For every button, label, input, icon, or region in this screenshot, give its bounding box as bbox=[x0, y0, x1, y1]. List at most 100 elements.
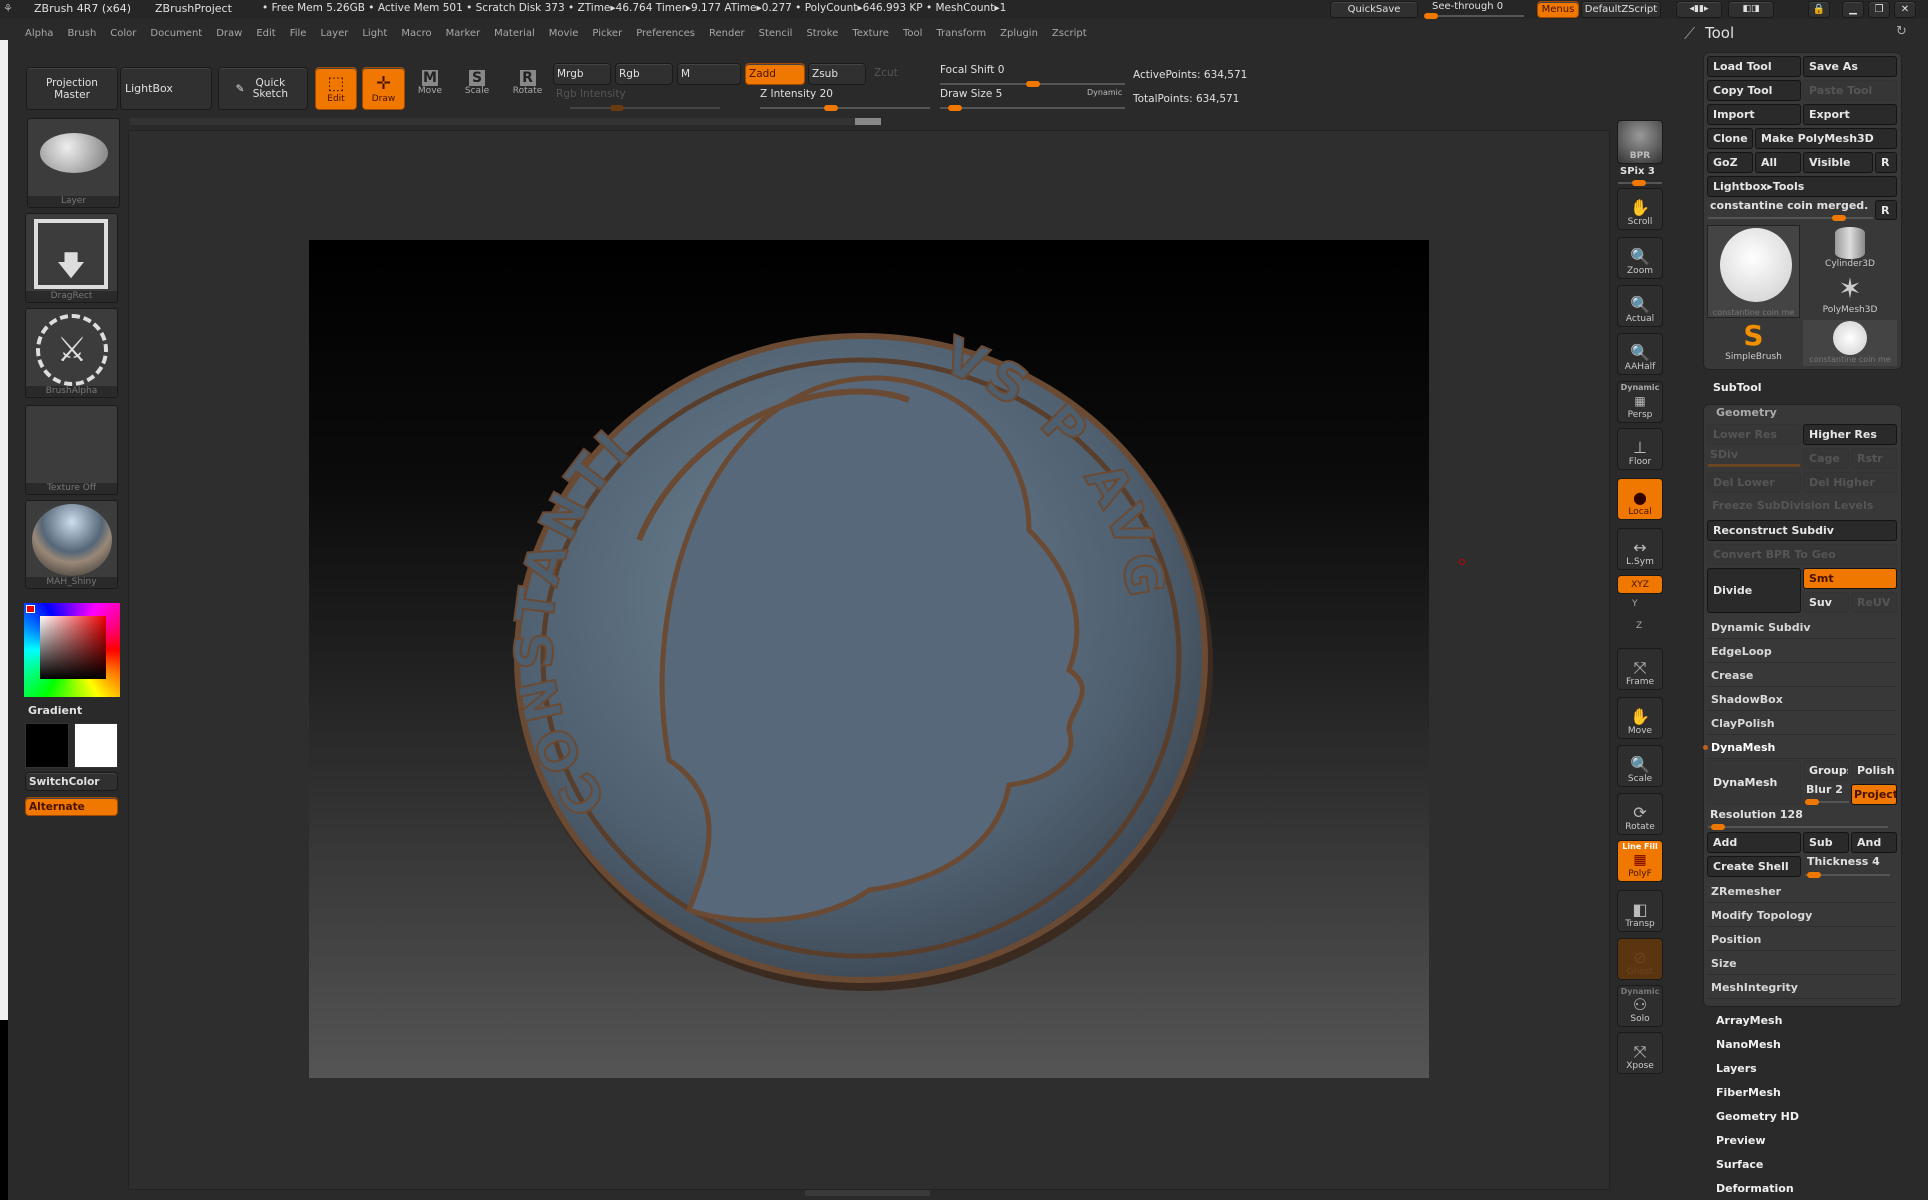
solo-button[interactable]: Dynamic ⚇ Solo bbox=[1617, 985, 1663, 1027]
goz-r-button[interactable]: R bbox=[1875, 152, 1897, 173]
zsub-button[interactable]: Zsub bbox=[808, 63, 866, 85]
transp-button[interactable]: ◧ Transp bbox=[1617, 890, 1663, 932]
menu-edit[interactable]: Edit bbox=[249, 24, 282, 44]
zoom-button[interactable]: 🔍 Zoom bbox=[1617, 237, 1663, 279]
hue-marker[interactable] bbox=[26, 605, 35, 613]
sub-button[interactable]: Sub bbox=[1803, 832, 1849, 853]
rgb-button[interactable]: Rgb bbox=[615, 63, 673, 85]
brush-selector[interactable]: Layer bbox=[27, 118, 120, 208]
draw-button[interactable]: ✛ Draw bbox=[362, 67, 405, 110]
tool-thumb-constantine[interactable]: constantine coin me bbox=[1707, 225, 1800, 318]
menu-stroke[interactable]: Stroke bbox=[799, 24, 845, 44]
scroll-button[interactable]: ✋ Scroll bbox=[1617, 188, 1663, 230]
alternate-button[interactable]: Alternate bbox=[25, 797, 118, 816]
dynamesh-subpalette[interactable]: DynaMesh bbox=[1707, 736, 1897, 759]
main-color-swatch[interactable] bbox=[25, 723, 69, 768]
copy-tool-button[interactable]: Copy Tool bbox=[1707, 80, 1801, 101]
tool-thumb-cylinder3d[interactable]: Cylinder3D bbox=[1803, 225, 1897, 271]
minimize-icon[interactable]: ▁ bbox=[1842, 1, 1864, 18]
tool-r-button[interactable]: R bbox=[1875, 200, 1897, 220]
zcut-button[interactable]: Zcut bbox=[874, 67, 898, 79]
subpalette-claypolish[interactable]: ClayPolish bbox=[1707, 712, 1897, 735]
scale-button[interactable]: S Scale bbox=[462, 70, 492, 96]
subpalette-deformation[interactable]: Deformation bbox=[1716, 1182, 1794, 1195]
close-icon[interactable]: ✕ bbox=[1894, 1, 1916, 18]
menu-draw[interactable]: Draw bbox=[209, 24, 249, 44]
menu-zplugin[interactable]: Zplugin bbox=[993, 24, 1045, 44]
floor-button[interactable]: ⊥ Floor bbox=[1617, 428, 1663, 470]
geometry-subpalette-header[interactable]: Geometry bbox=[1716, 406, 1777, 419]
rotate-y-button[interactable]: Y bbox=[1632, 599, 1638, 609]
polish-toggle[interactable]: Polish bbox=[1851, 760, 1897, 781]
menu-tool[interactable]: Tool bbox=[896, 24, 929, 44]
menus-button[interactable]: Menus bbox=[1537, 1, 1579, 18]
reset-icon[interactable]: ↻ bbox=[1896, 24, 1907, 39]
tool-slider[interactable] bbox=[1708, 215, 1873, 221]
subpalette-size[interactable]: Size bbox=[1707, 952, 1897, 975]
color-picker[interactable] bbox=[24, 603, 120, 697]
tray-scroll-icon[interactable]: ◂▮▮▸ bbox=[1676, 1, 1722, 18]
menu-macro[interactable]: Macro bbox=[394, 24, 438, 44]
reuv-button[interactable]: ReUV bbox=[1851, 592, 1897, 613]
bpr-button[interactable]: BPR bbox=[1617, 120, 1663, 164]
subpalette-shadowbox[interactable]: ShadowBox bbox=[1707, 688, 1897, 711]
projection-master-button[interactable]: Projection Master bbox=[26, 67, 118, 110]
menu-transform[interactable]: Transform bbox=[929, 24, 993, 44]
texture-selector[interactable]: Texture Off bbox=[25, 405, 118, 495]
menu-movie[interactable]: Movie bbox=[542, 24, 586, 44]
cage-button[interactable]: Cage bbox=[1803, 448, 1849, 469]
lock-icon[interactable]: 🔒 bbox=[1808, 1, 1830, 18]
subpalette-position[interactable]: Position bbox=[1707, 928, 1897, 951]
lower-res-button[interactable]: Lower Res bbox=[1707, 424, 1801, 445]
menu-color[interactable]: Color bbox=[103, 24, 143, 44]
project-toggle[interactable]: Project bbox=[1851, 784, 1897, 805]
save-as-button[interactable]: Save As bbox=[1803, 56, 1897, 77]
lsym-button[interactable]: ↔ L.Sym bbox=[1617, 528, 1663, 570]
subpalette-surface[interactable]: Surface bbox=[1716, 1158, 1763, 1171]
resolution-slider[interactable] bbox=[1708, 824, 1888, 830]
rstr-button[interactable]: Rstr bbox=[1851, 448, 1897, 469]
and-button[interactable]: And bbox=[1851, 832, 1897, 853]
subpalette-arraymesh[interactable]: ArrayMesh bbox=[1716, 1014, 1782, 1027]
paste-tool-button[interactable]: Paste Tool bbox=[1803, 80, 1897, 101]
subpalette-dynamic-subdiv[interactable]: Dynamic Subdiv bbox=[1707, 616, 1897, 639]
reconstruct-subdiv-button[interactable]: Reconstruct Subdiv bbox=[1707, 520, 1897, 541]
top-shelf-scrollbar[interactable] bbox=[130, 118, 881, 125]
m-button[interactable]: M bbox=[677, 63, 741, 85]
tool-thumb-constantine-2[interactable]: constantine coin me bbox=[1803, 320, 1897, 366]
secondary-color-swatch[interactable] bbox=[74, 723, 118, 768]
subpalette-fibermesh[interactable]: FiberMesh bbox=[1716, 1086, 1781, 1099]
polyf-button[interactable]: Line Fill ▦ PolyF bbox=[1617, 840, 1663, 882]
menu-picker[interactable]: Picker bbox=[585, 24, 629, 44]
tool-thumb-polymesh3d[interactable]: ✶ PolyMesh3D bbox=[1803, 273, 1897, 319]
make-polymesh3d-button[interactable]: Make PolyMesh3D bbox=[1755, 128, 1897, 149]
subpalette-modify-topology[interactable]: Modify Topology bbox=[1707, 904, 1897, 927]
see-through-slider[interactable] bbox=[1424, 13, 1524, 19]
subpalette-crease[interactable]: Crease bbox=[1707, 664, 1897, 687]
divide-button[interactable]: Divide bbox=[1707, 568, 1801, 613]
rgb-intensity-slider[interactable] bbox=[570, 105, 720, 111]
subpalette-edgeloop[interactable]: EdgeLoop bbox=[1707, 640, 1897, 663]
del-lower-button[interactable]: Del Lower bbox=[1707, 472, 1801, 493]
edit-button[interactable]: ⬚ Edit bbox=[315, 67, 357, 110]
actual-button[interactable]: 🔍 Actual bbox=[1617, 285, 1663, 327]
coin-model[interactable]: CONSTANTI VS P AVG bbox=[309, 240, 1429, 1078]
del-higher-button[interactable]: Del Higher bbox=[1803, 472, 1897, 493]
restore-icon[interactable]: ❐ bbox=[1868, 1, 1890, 18]
menu-render[interactable]: Render bbox=[702, 24, 752, 44]
switchcolor-button[interactable]: SwitchColor bbox=[25, 772, 118, 791]
menu-brush[interactable]: Brush bbox=[60, 24, 103, 44]
subpalette-meshintegrity[interactable]: MeshIntegrity bbox=[1707, 976, 1897, 999]
draw-size-slider[interactable] bbox=[940, 105, 1125, 111]
menu-file[interactable]: File bbox=[283, 24, 314, 44]
xyz-button[interactable]: XYZ bbox=[1617, 575, 1663, 594]
xpose-button[interactable]: ⤧ Xpose bbox=[1617, 1032, 1663, 1074]
focal-shift-slider[interactable] bbox=[940, 81, 1125, 87]
scrollbar-thumb[interactable] bbox=[855, 118, 881, 125]
menu-zscript[interactable]: Zscript bbox=[1045, 24, 1094, 44]
menu-material[interactable]: Material bbox=[487, 24, 542, 44]
suv-toggle[interactable]: Suv bbox=[1803, 592, 1849, 613]
quicksave-button[interactable]: QuickSave bbox=[1330, 1, 1418, 18]
subpalette-nanomesh[interactable]: NanoMesh bbox=[1716, 1038, 1781, 1051]
rotate-view-button[interactable]: ⟳ Rotate bbox=[1617, 793, 1663, 835]
